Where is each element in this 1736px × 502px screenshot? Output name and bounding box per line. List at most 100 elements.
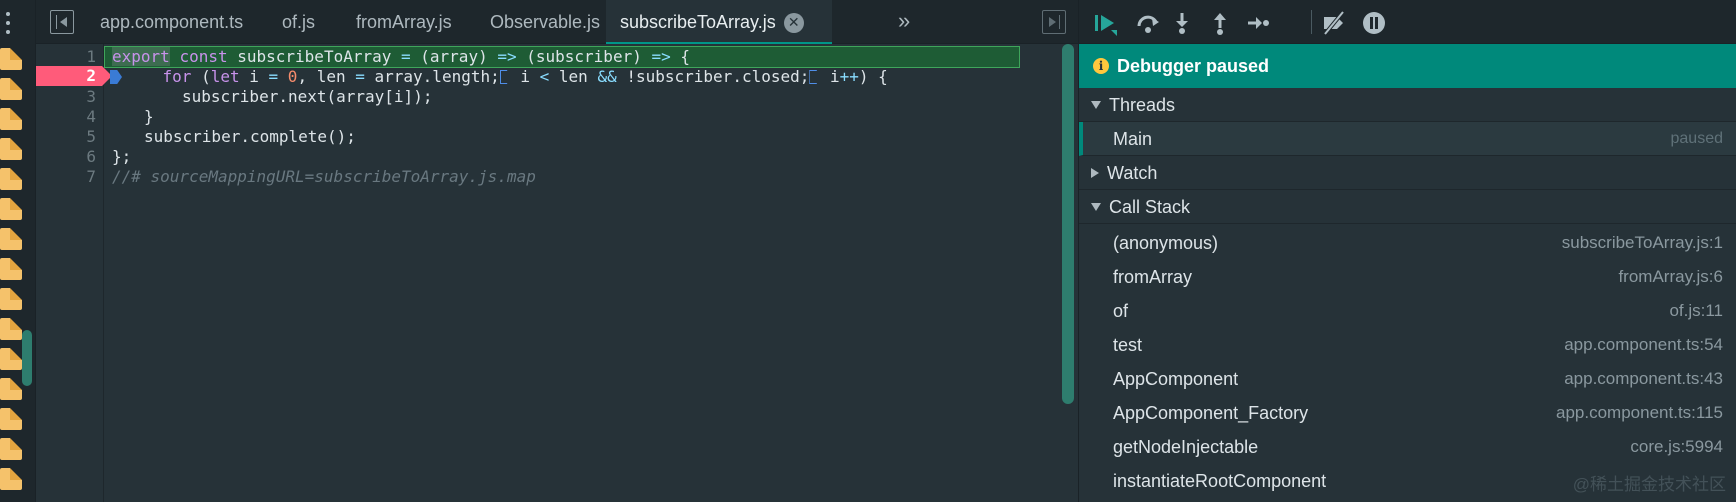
code-token: , len bbox=[297, 67, 356, 86]
expanded-arrow-icon bbox=[1091, 101, 1101, 109]
info-icon: i bbox=[1093, 58, 1109, 74]
tab-observable[interactable]: Observable.js bbox=[476, 0, 614, 44]
file-icon[interactable] bbox=[0, 408, 22, 430]
toggle-navigator-icon[interactable] bbox=[50, 10, 74, 34]
frame-location: subscribeToArray.js:1 bbox=[1561, 233, 1723, 252]
file-icon[interactable] bbox=[0, 288, 22, 310]
call-stack-frame[interactable]: fromArray fromArray.js:6 bbox=[1079, 260, 1736, 294]
section-title: Watch bbox=[1107, 163, 1158, 183]
tab-label: of.js bbox=[282, 12, 316, 32]
file-icon[interactable] bbox=[0, 48, 22, 70]
file-icon[interactable] bbox=[0, 138, 22, 160]
frame-function: fromArray bbox=[1113, 267, 1193, 287]
call-stack-frame[interactable]: AppComponent_Factory app.component.ts:115 bbox=[1079, 396, 1736, 430]
thread-item-main[interactable]: Main paused bbox=[1079, 122, 1736, 156]
frame-location: app.component.ts:115 bbox=[1556, 403, 1723, 422]
call-stack-frame[interactable]: of of.js:11 bbox=[1079, 294, 1736, 328]
collapsed-arrow-icon bbox=[1091, 168, 1099, 178]
file-icon[interactable] bbox=[0, 468, 22, 490]
file-icon[interactable] bbox=[0, 168, 22, 190]
code-token: i bbox=[239, 67, 269, 86]
code-token: => bbox=[651, 47, 671, 66]
frame-location: app.component.ts:43 bbox=[1564, 369, 1723, 388]
frame-function: of bbox=[1113, 301, 1129, 321]
code-token: && bbox=[597, 67, 617, 86]
more-options-icon[interactable] bbox=[6, 12, 12, 38]
line-number[interactable]: 3 bbox=[36, 86, 96, 108]
debugger-paused-banner: i Debugger paused bbox=[1079, 44, 1736, 88]
frame-location: of.js:11 bbox=[1669, 301, 1723, 320]
call-stack-frame[interactable]: getNodeInjectable core.js:5994 bbox=[1079, 430, 1736, 464]
code-line: }; bbox=[104, 146, 131, 168]
code-token: = bbox=[268, 67, 279, 86]
file-icon[interactable] bbox=[0, 108, 22, 130]
code-area[interactable]: export const subscribeToArray = (array) … bbox=[104, 44, 1034, 502]
file-strip-scrollbar[interactable] bbox=[22, 330, 32, 386]
line-number[interactable]: 5 bbox=[36, 126, 96, 148]
code-token: subscriber.next(array[i]); bbox=[182, 87, 433, 106]
step-into-icon[interactable] bbox=[1169, 10, 1195, 36]
tab-subscribe-to-array[interactable]: subscribeToArray.js ✕ bbox=[606, 0, 832, 44]
column-breakpoint-icon[interactable] bbox=[499, 70, 511, 84]
debugger-toolbar bbox=[1079, 0, 1736, 44]
step-out-icon[interactable] bbox=[1207, 10, 1233, 36]
more-tabs-icon[interactable]: » bbox=[898, 8, 910, 34]
deactivate-breakpoints-icon[interactable] bbox=[1321, 10, 1347, 36]
code-token: i bbox=[510, 67, 540, 86]
editor-scrollbar[interactable] bbox=[1062, 44, 1074, 404]
tab-from-array[interactable]: fromArray.js bbox=[342, 0, 466, 44]
file-icon[interactable] bbox=[0, 78, 22, 100]
continue-icon[interactable] bbox=[1093, 10, 1119, 36]
file-icon[interactable] bbox=[0, 348, 22, 370]
section-title: Threads bbox=[1109, 95, 1176, 115]
code-token: < bbox=[539, 67, 550, 86]
line-gutter[interactable]: 1 2 3 4 5 6 7 bbox=[36, 44, 112, 502]
file-icon[interactable] bbox=[0, 258, 22, 280]
file-icon[interactable] bbox=[0, 198, 22, 220]
step-icon[interactable] bbox=[1245, 10, 1271, 36]
code-token: }; bbox=[112, 147, 132, 166]
watch-header[interactable]: Watch bbox=[1079, 156, 1736, 190]
file-strip bbox=[0, 0, 36, 502]
line-number[interactable]: 2 bbox=[36, 65, 96, 87]
close-tab-icon[interactable]: ✕ bbox=[783, 13, 804, 33]
frame-function: instantiateRootComponent bbox=[1113, 471, 1327, 491]
code-line: subscriber.next(array[i]); bbox=[104, 86, 432, 108]
code-line: subscriber.complete(); bbox=[104, 126, 356, 148]
call-stack-header[interactable]: Call Stack bbox=[1079, 190, 1736, 224]
code-token: //# sourceMappingURL=subscribeToArray.js… bbox=[112, 167, 536, 186]
line-number[interactable]: 4 bbox=[36, 106, 96, 128]
tab-label: subscribeToArray.js bbox=[620, 12, 776, 32]
line-number[interactable]: 7 bbox=[36, 166, 96, 188]
code-token: export bbox=[112, 47, 170, 66]
frame-location: fromArray.js:6 bbox=[1618, 267, 1723, 286]
call-stack-frame[interactable]: test app.component.ts:54 bbox=[1079, 328, 1736, 362]
code-token: { bbox=[670, 47, 690, 66]
call-stack-frame[interactable]: (anonymous) subscribeToArray.js:1 bbox=[1079, 226, 1736, 260]
file-icon[interactable] bbox=[0, 438, 22, 460]
tab-app-component[interactable]: app.component.ts bbox=[86, 0, 257, 44]
file-icon[interactable] bbox=[0, 318, 22, 340]
code-token: i bbox=[820, 67, 840, 86]
code-line: } bbox=[104, 106, 154, 128]
code-token: array.length; bbox=[364, 67, 500, 86]
call-stack-frame[interactable]: AppComponent app.component.ts:43 bbox=[1079, 362, 1736, 396]
toggle-debugger-icon[interactable] bbox=[1042, 10, 1066, 34]
code-token: (subscriber) bbox=[516, 47, 652, 66]
debugger-sidebar: i Debugger paused Threads Main paused Wa… bbox=[1078, 0, 1736, 502]
frame-location: app.component.ts:54 bbox=[1564, 335, 1723, 354]
line-number[interactable]: 6 bbox=[36, 146, 96, 168]
code-line: for (let i = 0, len = array.length; i < … bbox=[104, 66, 888, 88]
tab-label: fromArray.js bbox=[356, 12, 452, 32]
file-icon[interactable] bbox=[0, 378, 22, 400]
watermark: @稀土掘金技术社区 bbox=[1572, 475, 1726, 494]
pause-on-exceptions-icon[interactable] bbox=[1361, 10, 1387, 36]
tab-label: app.component.ts bbox=[100, 12, 244, 32]
threads-header[interactable]: Threads bbox=[1079, 88, 1736, 122]
column-breakpoint-icon[interactable] bbox=[809, 70, 821, 84]
tab-of[interactable]: of.js bbox=[268, 0, 329, 44]
editor-tab-bar: app.component.ts of.js fromArray.js Obse… bbox=[36, 0, 1078, 44]
file-icon[interactable] bbox=[0, 228, 22, 250]
code-token: let bbox=[210, 67, 240, 86]
step-over-icon[interactable] bbox=[1135, 10, 1161, 36]
